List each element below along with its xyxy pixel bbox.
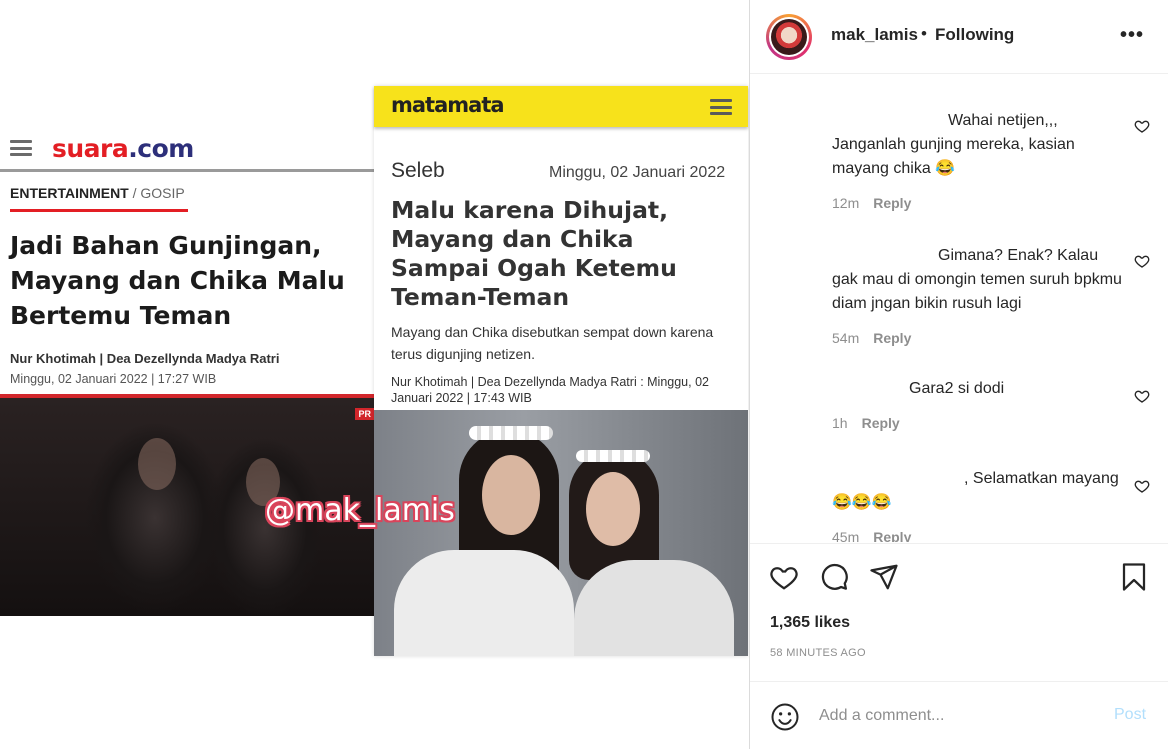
comment-text: Wahai netijen,,, Janganlah gunjing merek… <box>832 112 1075 177</box>
comment-text: Gara2 si dodi <box>909 380 1005 397</box>
matamata-date: Minggu, 02 Januari 2022 <box>549 164 726 181</box>
reply-button[interactable]: Reply <box>873 195 911 211</box>
matamata-section: Seleb <box>391 159 445 182</box>
following-button[interactable]: Following <box>935 25 1014 45</box>
share-send-icon[interactable] <box>869 562 899 592</box>
flower-crown-shape <box>469 426 553 440</box>
post-header: mak_lamis • Following ••• <box>750 0 1168 74</box>
comment-text: Gimana? Enak? Kalau gak mau di omongin t… <box>832 247 1122 312</box>
matamata-photo <box>374 410 748 656</box>
reply-button[interactable]: Reply <box>873 330 911 346</box>
comments-list[interactable]: Wahai netijen,,, Janganlah gunjing merek… <box>750 75 1168 542</box>
post-comment-button[interactable]: Post <box>1114 706 1146 724</box>
post-image[interactable]: suara.com ENTERTAINMENT / GOSIP Jadi Bah… <box>0 0 749 749</box>
suara-headline: Jadi Bahan Gunjingan, Mayang dan Chika M… <box>10 231 345 330</box>
suara-logo: suara.com <box>52 134 194 163</box>
post-actions: 1,365 likes 58 MINUTES AGO <box>750 543 1168 681</box>
reply-button[interactable]: Reply <box>873 529 911 542</box>
hamburger-menu-icon <box>10 140 32 156</box>
comment-item: , Selamatkan mayang😂😂😂 45m Reply <box>832 467 1122 542</box>
face-shape <box>482 455 540 535</box>
video-badge: PR <box>355 408 374 420</box>
matamata-byline: Nur Khotimah | Dea Dezellynda Madya Ratr… <box>391 375 709 405</box>
face-shape <box>586 472 640 546</box>
hamburger-menu-icon <box>710 99 732 115</box>
like-count[interactable]: 1,365 likes <box>770 614 850 632</box>
like-comment-heart-icon[interactable] <box>1134 118 1150 134</box>
suara-date: Minggu, 02 Januari 2022 | 17:27 WIB <box>10 372 217 386</box>
comment-item: Gara2 si dodi 1h Reply <box>832 377 1122 431</box>
comment-text: , Selamatkan mayang😂😂😂 <box>832 470 1119 511</box>
matamata-article-screenshot: matamata Seleb Minggu, 02 Januari 2022 M… <box>374 86 748 656</box>
comment-composer: Post <box>750 681 1168 749</box>
like-heart-icon[interactable] <box>769 562 799 592</box>
comment-input[interactable] <box>819 702 1089 730</box>
matamata-lead: Mayang dan Chika disebutkan sempat down … <box>391 324 714 362</box>
separator-dot: • <box>921 24 927 43</box>
comment-time: 12m <box>832 195 860 211</box>
suara-category: ENTERTAINMENT / GOSIP <box>10 185 185 201</box>
face-shape <box>138 438 176 490</box>
comment-time: 54m <box>832 330 860 346</box>
comment-time: 1h <box>832 415 848 431</box>
like-comment-heart-icon[interactable] <box>1134 478 1150 494</box>
watermark-text: @mak_lamis <box>265 493 455 528</box>
matamata-logo: matamata <box>391 93 505 117</box>
comment-time: 45m <box>832 529 860 542</box>
category-underline <box>10 209 188 212</box>
suara-article-screenshot: suara.com ENTERTAINMENT / GOSIP Jadi Bah… <box>0 128 374 616</box>
matamata-topbar: matamata <box>374 86 748 127</box>
comment-item: Gimana? Enak? Kalau gak mau di omongin t… <box>832 244 1122 346</box>
reply-button[interactable]: Reply <box>862 415 900 431</box>
suara-topbar: suara.com <box>0 128 374 172</box>
post-timestamp: 58 MINUTES AGO <box>770 647 866 659</box>
matamata-headline: Malu karena Dihujat, Mayang dan Chika Sa… <box>391 196 677 311</box>
comment-item: Wahai netijen,,, Janganlah gunjing merek… <box>832 109 1122 211</box>
like-comment-heart-icon[interactable] <box>1134 388 1150 404</box>
like-comment-heart-icon[interactable] <box>1134 253 1150 269</box>
dress-shape <box>574 560 734 656</box>
username-link[interactable]: mak_lamis <box>831 25 918 45</box>
comment-bubble-icon[interactable] <box>819 562 849 592</box>
dress-shape <box>394 550 574 656</box>
flower-crown-shape <box>576 450 650 462</box>
save-bookmark-icon[interactable] <box>1119 562 1149 592</box>
emoji-icon[interactable] <box>770 702 800 732</box>
more-options-icon[interactable]: ••• <box>1120 24 1144 47</box>
avatar[interactable] <box>766 14 812 60</box>
post-sidebar: mak_lamis • Following ••• Wahai netijen,… <box>749 0 1168 749</box>
suara-authors: Nur Khotimah | Dea Dezellynda Madya Ratr… <box>10 351 280 366</box>
